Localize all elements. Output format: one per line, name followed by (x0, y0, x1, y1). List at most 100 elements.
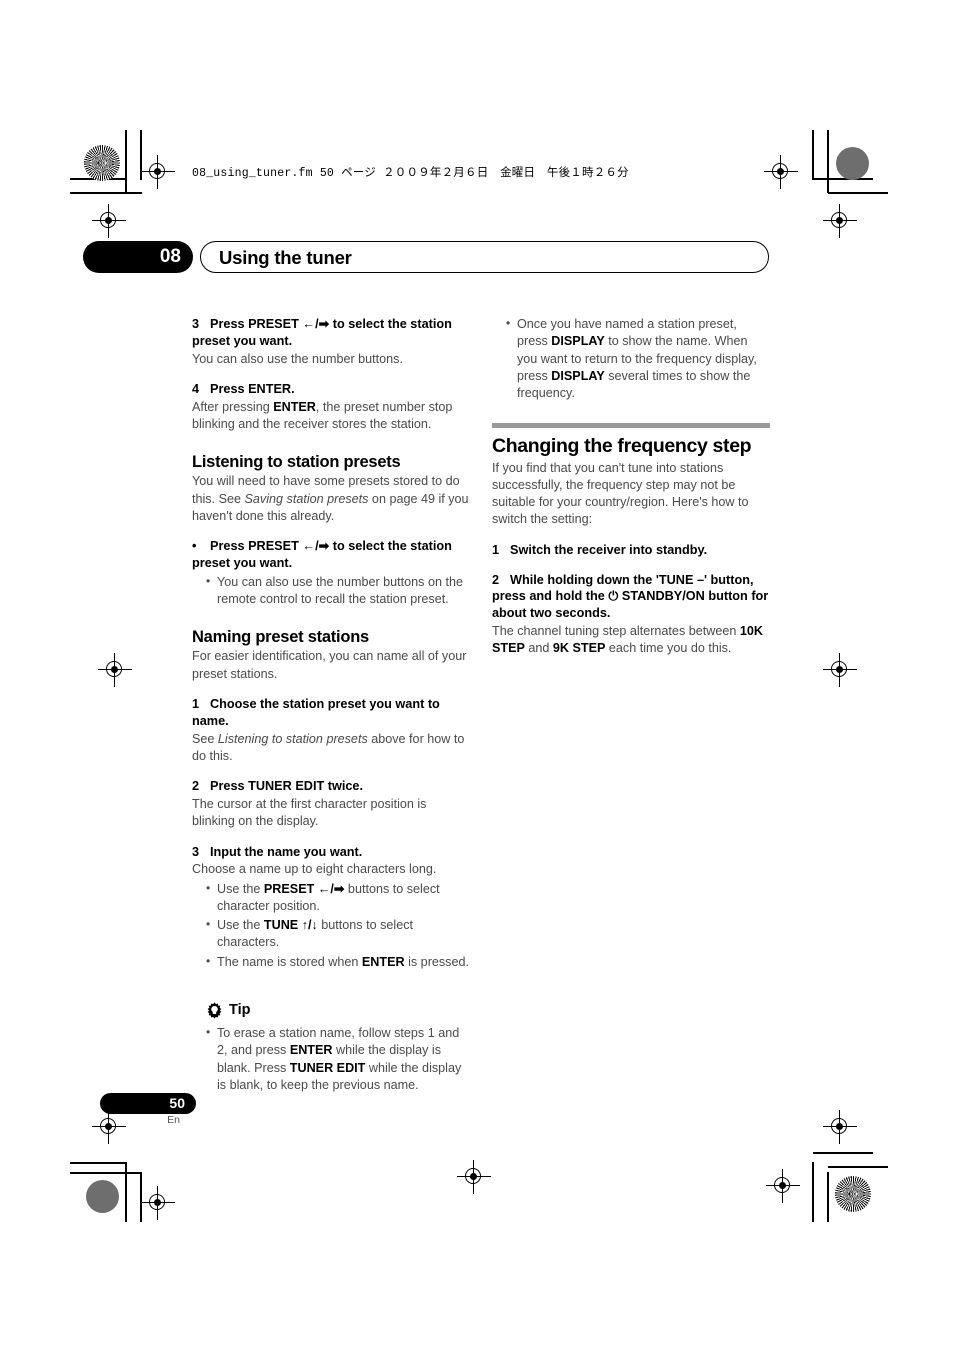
name-step-1-body: See Listening to station presets above f… (192, 731, 470, 766)
frequency-step-intro: If you find that you can't tune into sta… (492, 460, 749, 527)
text-fragment: The channel tuning step alternates betwe… (492, 624, 740, 639)
step-3-heading: 3 Press PRESET ←/➡ to select the station … (192, 316, 470, 350)
bullet-marker: • (192, 539, 197, 554)
registration-crosshair (457, 1160, 491, 1194)
crop-mark-line (813, 1152, 873, 1154)
section-heading-listening: Listening to station presets (192, 453, 401, 472)
crop-mark-line (813, 178, 873, 180)
step-text: Press PRESET ←/➡ to select the station p… (192, 317, 452, 348)
step-text: While holding down the 'TUNE –' button, … (492, 572, 769, 621)
step-3-body: You can also use the number buttons. (192, 351, 403, 366)
listening-bullet: • Press PRESET ←/➡ to select the station … (192, 538, 470, 572)
step-number: 4 (192, 382, 200, 397)
step-number: 1 (192, 696, 200, 711)
chapter-header: 08 Using the tuner (83, 241, 769, 273)
display-value: 9K STEP (552, 641, 606, 656)
registration-crosshair (98, 653, 132, 687)
name-step-1-heading: 1 Choose the station preset you want to n… (192, 696, 470, 730)
registration-crosshair (141, 1186, 175, 1220)
step-text: Press TUNER EDIT twice. (210, 779, 363, 794)
step-number: 3 (192, 844, 200, 859)
list-item: To erase a station name, follow steps 1 … (206, 1024, 470, 1095)
left-column: 3 Press PRESET ←/➡ to select the station … (192, 316, 470, 1094)
chapter-title-box: Using the tuner (200, 241, 769, 273)
step-text: Choose the station preset you want to na… (192, 696, 440, 728)
display-bullet-list: Once you have named a station preset, pr… (492, 315, 770, 402)
registration-crosshair (823, 204, 857, 238)
registration-crosshair (92, 204, 126, 238)
crop-mark-line (70, 1162, 127, 1164)
text-fragment: is pressed. (404, 954, 469, 969)
registration-crosshair (764, 155, 798, 189)
text-fragment: Use the (217, 881, 264, 896)
cross-reference: Saving station presets (244, 491, 369, 506)
text-fragment: each time you do this. (605, 641, 732, 656)
name-step-3-body: Choose a name up to eight characters lon… (192, 862, 437, 877)
naming-body: For easier identification, you can name … (192, 649, 467, 681)
freq-step-2-body: The channel tuning step alternates betwe… (492, 623, 770, 658)
section-divider (492, 423, 770, 429)
section-heading-frequency-step: Changing the frequency step (492, 435, 752, 458)
crop-mark-line (70, 1172, 142, 1174)
crop-mark-line (827, 130, 829, 193)
button-name: DISPLAY (551, 368, 605, 383)
button-name: TUNE ↑/↓ (263, 918, 318, 933)
crop-mark-line (125, 1162, 127, 1222)
crop-mark-line (125, 130, 127, 193)
name-step-2-body: The cursor at the first character positi… (192, 797, 427, 829)
step-4-heading: 4 Press ENTER. (192, 381, 470, 398)
registration-crosshair (766, 1169, 800, 1203)
list-item: Once you have named a station preset, pr… (506, 315, 770, 402)
crop-mark-line (828, 192, 888, 194)
crop-mark-line (812, 130, 814, 180)
button-name: ENTER (361, 954, 405, 969)
text-fragment: See (192, 731, 218, 746)
chapter-number-badge: 08 (83, 241, 193, 273)
name-step-3-bullets: Use the PRESET ←/➡ buttons to select cha… (192, 880, 470, 971)
step-number: 2 (492, 572, 500, 587)
crop-mark-line (827, 1172, 829, 1222)
registration-dot (84, 145, 120, 181)
section-heading-naming: Naming preset stations (192, 628, 369, 647)
page-number-badge: 50 (100, 1093, 196, 1114)
step-number: 1 (492, 542, 500, 557)
registration-dot (836, 147, 869, 180)
freq-step-1-heading: 1 Switch the receiver into standby. (492, 542, 770, 559)
button-name: ENTER (289, 1043, 333, 1058)
listening-body: You will need to have some presets store… (192, 473, 470, 525)
text-fragment: Use the (217, 918, 264, 933)
tip-list: To erase a station name, follow steps 1 … (192, 1024, 470, 1095)
button-name: ENTER (273, 399, 316, 414)
name-step-2-heading: 2 Press TUNER EDIT twice. (192, 778, 470, 795)
tip-heading: Tip (192, 1001, 470, 1021)
freq-step-2-heading: 2 While holding down the 'TUNE –' button,… (492, 572, 770, 623)
gear-lightbulb-icon (206, 1002, 223, 1019)
button-name: TUNER EDIT (289, 1060, 366, 1075)
cross-reference: Listening to station presets (217, 731, 368, 746)
list-item: You can also use the number buttons on t… (206, 573, 470, 609)
listening-subbullet-list: You can also use the number buttons on t… (192, 573, 470, 609)
registration-crosshair (141, 155, 175, 189)
right-column: Once you have named a station preset, pr… (492, 315, 770, 658)
name-step-3-heading: 3 Input the name you want. (192, 844, 470, 861)
registration-crosshair (823, 653, 857, 687)
crop-mark-line (812, 1162, 814, 1222)
step-4-body: After pressing ENTER, the preset number … (192, 399, 470, 434)
registration-crosshair (823, 1110, 857, 1144)
registration-dot (835, 1176, 871, 1212)
list-item: Use the PRESET ←/➡ buttons to select cha… (206, 880, 470, 916)
list-item: The name is stored when ENTER is pressed… (206, 953, 470, 971)
step-number: 2 (192, 779, 200, 794)
crop-mark-line (828, 1166, 888, 1168)
text-fragment: After pressing (192, 399, 274, 414)
page-title: Using the tuner (219, 247, 352, 268)
list-item: Use the TUNE ↑/↓ buttons to select chara… (206, 916, 470, 952)
button-name: DISPLAY (551, 334, 605, 349)
text-fragment: and (524, 641, 553, 656)
step-number: 3 (192, 317, 200, 331)
tip-label: Tip (229, 1001, 251, 1018)
page-language-label: En (167, 1114, 180, 1126)
text-fragment: The name is stored when (217, 954, 362, 969)
file-stamp: 08_using_tuner.fm 50 ページ ２００９年２月６日 金曜日 午… (192, 167, 629, 180)
step-text: Input the name you want. (210, 844, 363, 859)
